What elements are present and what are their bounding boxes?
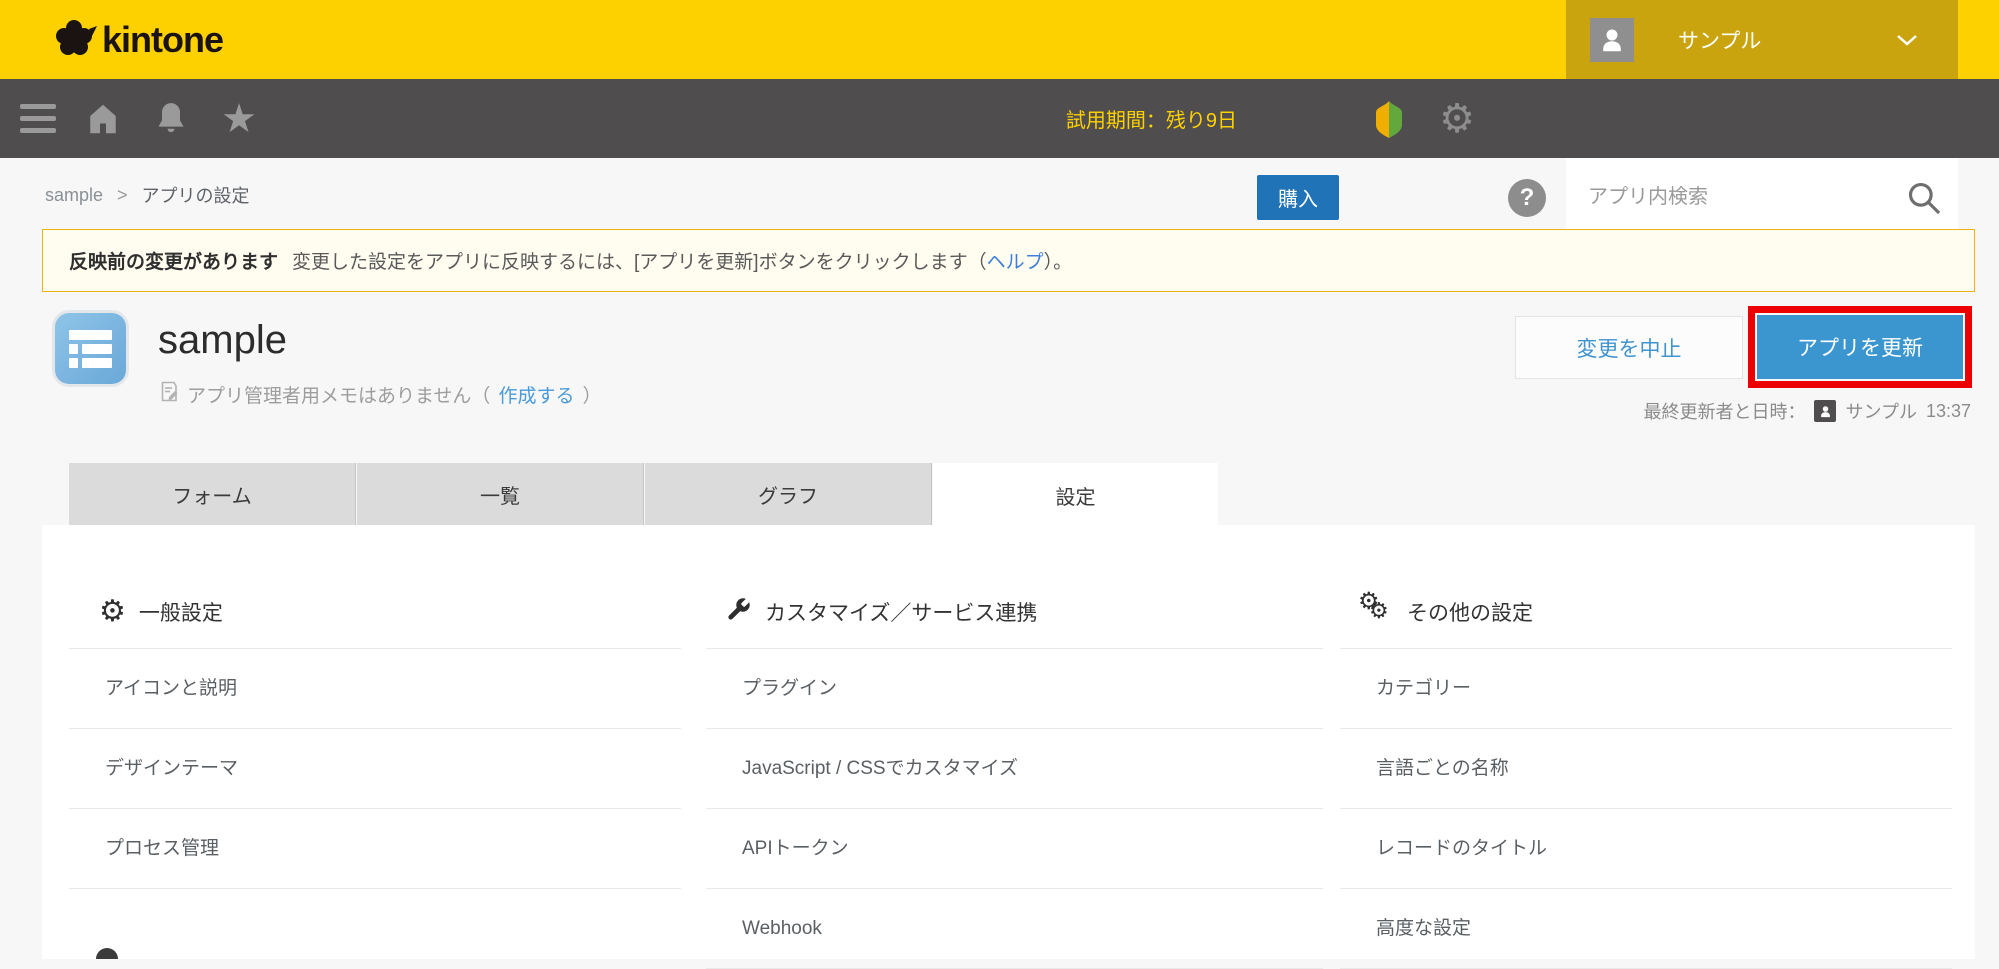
menu-icon[interactable] xyxy=(14,79,62,158)
kintone-logo[interactable]: kintone xyxy=(52,15,224,66)
breadcrumb: sample > アプリの設定 xyxy=(45,182,250,208)
last-updated-label: 最終更新者と日時： xyxy=(1643,402,1806,422)
update-app-button[interactable]: アプリを更新 xyxy=(1757,315,1963,379)
memo-text: アプリ管理者用メモはありません（ xyxy=(187,386,491,407)
global-toolbar: ★ 試用期間：残り9日 購入 ⚙ ? xyxy=(0,79,1999,237)
breadcrumb-separator: > xyxy=(117,184,128,205)
gears-icon: ⚙ ⚙ xyxy=(1358,588,1389,623)
section-customization: カスタマイズ／サービス連携 xyxy=(725,592,1037,632)
notice-message: 変更した設定をアプリに反映するには、[アプリを更新]ボタンをクリックします（ xyxy=(292,252,987,273)
list-item-icon-description[interactable]: アイコンと説明 xyxy=(69,649,681,729)
list-item-process-management[interactable]: プロセス管理 xyxy=(69,809,681,889)
last-updated-time: 13:37 xyxy=(1925,400,1971,421)
list-item-design-theme[interactable]: デザインテーマ xyxy=(69,729,681,809)
app-search xyxy=(1566,158,1958,237)
general-settings-list: アイコンと説明 デザインテーマ プロセス管理 xyxy=(69,648,681,889)
notice-message-end: ）。 xyxy=(1043,252,1073,273)
user-name: サンプル xyxy=(1678,29,1762,53)
list-item-category[interactable]: カテゴリー xyxy=(1340,649,1952,729)
list-item-api-token[interactable]: APIトークン xyxy=(706,809,1323,889)
help-link[interactable]: ヘルプ xyxy=(987,247,1044,274)
page-title: sample xyxy=(158,318,287,362)
other-settings-list: カテゴリー 言語ごとの名称 レコードのタイトル 高度な設定 xyxy=(1340,648,1952,969)
gear-icon: ⚙ xyxy=(99,595,126,628)
breadcrumb-app-link[interactable]: sample xyxy=(45,185,103,206)
list-item-plugin[interactable]: プラグイン xyxy=(706,649,1323,729)
bell-icon[interactable] xyxy=(144,79,198,158)
customization-list: プラグイン JavaScript / CSSでカスタマイズ APIトークン We… xyxy=(706,648,1323,969)
section-other-settings: ⚙ ⚙ その他の設定 xyxy=(1358,588,1533,632)
beginner-mark-icon[interactable] xyxy=(1366,79,1412,158)
memo-text-end: ） xyxy=(582,386,602,407)
buy-button[interactable]: 購入 xyxy=(1257,175,1339,220)
breadcrumb-current-page: アプリの設定 xyxy=(141,186,250,206)
chevron-down-icon xyxy=(1896,34,1918,52)
wrench-icon xyxy=(725,596,752,628)
search-icon[interactable] xyxy=(1905,179,1943,222)
logo-wordmark: kintone xyxy=(102,19,224,60)
list-item-language-names[interactable]: 言語ごとの名称 xyxy=(1340,729,1952,809)
tab-graph[interactable]: グラフ xyxy=(645,463,932,525)
home-icon[interactable] xyxy=(76,79,130,158)
trial-period-text: 試用期間：残り9日 xyxy=(1065,110,1237,132)
header-bar: kintone サンプル xyxy=(0,0,1999,79)
create-memo-link[interactable]: 作成する xyxy=(498,381,574,408)
admin-memo-line: アプリ管理者用メモはありません（ 作成する ） xyxy=(160,381,601,408)
tab-settings[interactable]: 設定 xyxy=(933,463,1218,527)
notice-title: 反映前の変更があります xyxy=(69,252,279,273)
settings-gear-icon[interactable]: ⚙ xyxy=(1428,79,1486,158)
section-general-settings: ⚙ 一般設定 xyxy=(99,595,223,628)
tab-list[interactable]: 一覧 xyxy=(357,463,644,525)
search-input[interactable] xyxy=(1566,158,1958,237)
user-menu[interactable]: サンプル xyxy=(1566,0,1958,79)
star-icon[interactable]: ★ xyxy=(212,79,266,158)
user-avatar xyxy=(1590,17,1634,62)
last-updated-line: 最終更新者と日時： サンプル 13:37 xyxy=(1643,398,1971,424)
kintone-flower-icon xyxy=(52,15,98,66)
memo-icon xyxy=(160,381,179,408)
list-item-js-css[interactable]: JavaScript / CSSでカスタマイズ xyxy=(706,729,1323,809)
tab-form[interactable]: フォーム xyxy=(69,463,356,525)
last-updated-avatar xyxy=(1814,400,1837,422)
discard-changes-button[interactable]: 変更を中止 xyxy=(1515,316,1743,379)
list-item-record-title[interactable]: レコードのタイトル xyxy=(1340,809,1952,889)
list-item-webhook[interactable]: Webhook xyxy=(706,889,1323,969)
list-item-advanced[interactable]: 高度な設定 xyxy=(1340,889,1952,969)
help-icon[interactable]: ? xyxy=(1508,179,1546,217)
last-updated-user: サンプル xyxy=(1845,402,1917,422)
app-icon xyxy=(55,313,126,384)
pending-changes-notice: 反映前の変更があります 変更した設定をアプリに反映するには、[アプリを更新]ボタ… xyxy=(42,229,1975,292)
